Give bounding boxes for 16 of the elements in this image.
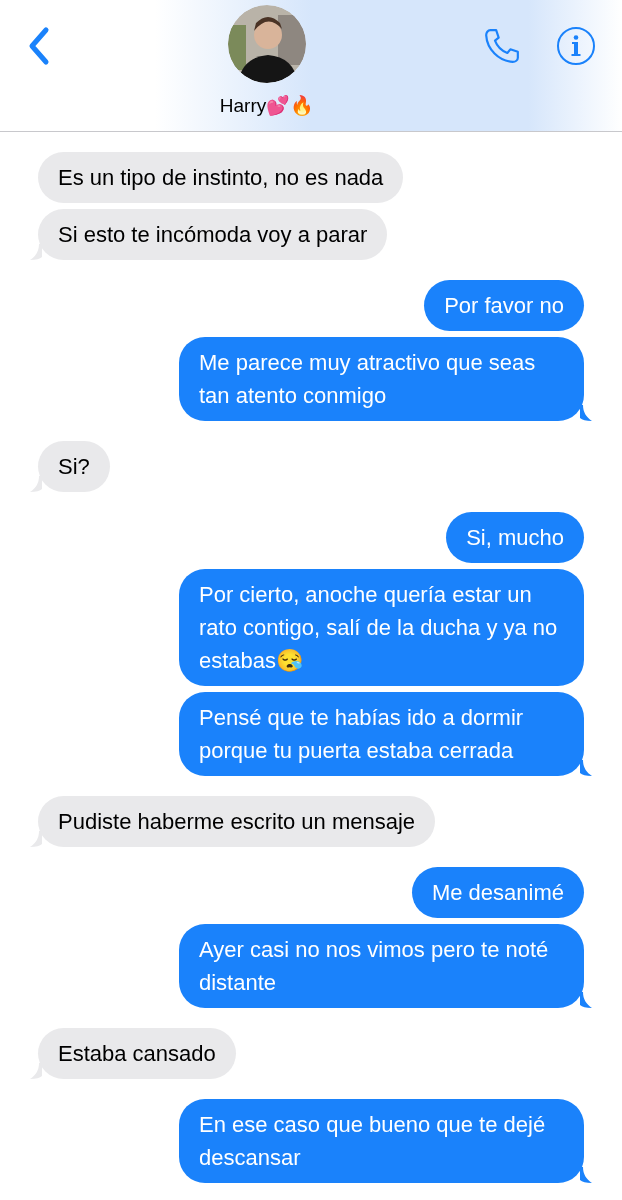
message-bubble: Si? bbox=[38, 441, 110, 492]
message-bubble: En ese caso que bueno que te dejé descansar bbox=[179, 1099, 584, 1183]
message-bubble: Me parece muy atractivo que seas tan atento conmigo bbox=[179, 337, 584, 421]
message-bubble: Por favor no bbox=[424, 280, 584, 331]
contact-name[interactable]: Harry💕🔥 bbox=[219, 92, 315, 121]
message-bubble: Estaba cansado bbox=[38, 1028, 236, 1079]
phone-icon[interactable] bbox=[482, 26, 522, 66]
message-bubble: Si esto te incómoda voy a parar bbox=[38, 209, 388, 260]
message-bubble: Pensé que te habías ido a dormir porque tu puerta estaba cerrada bbox=[179, 692, 584, 776]
message-bubble: Por cierto, anoche quería estar un rato contigo, salí de la ducha y ya no estabas😪 bbox=[179, 569, 584, 686]
message-bubble: Es un tipo de instinto, no es nada bbox=[38, 152, 404, 203]
info-icon[interactable] bbox=[556, 26, 596, 66]
message-bubble: Pudiste haberme escrito un mensaje bbox=[38, 796, 436, 847]
message-bubble: Si, mucho bbox=[446, 512, 584, 563]
message-bubble: Ayer casi no nos vimos pero te noté distante bbox=[179, 924, 584, 1008]
message-bubble: Me desanimé bbox=[411, 867, 584, 918]
